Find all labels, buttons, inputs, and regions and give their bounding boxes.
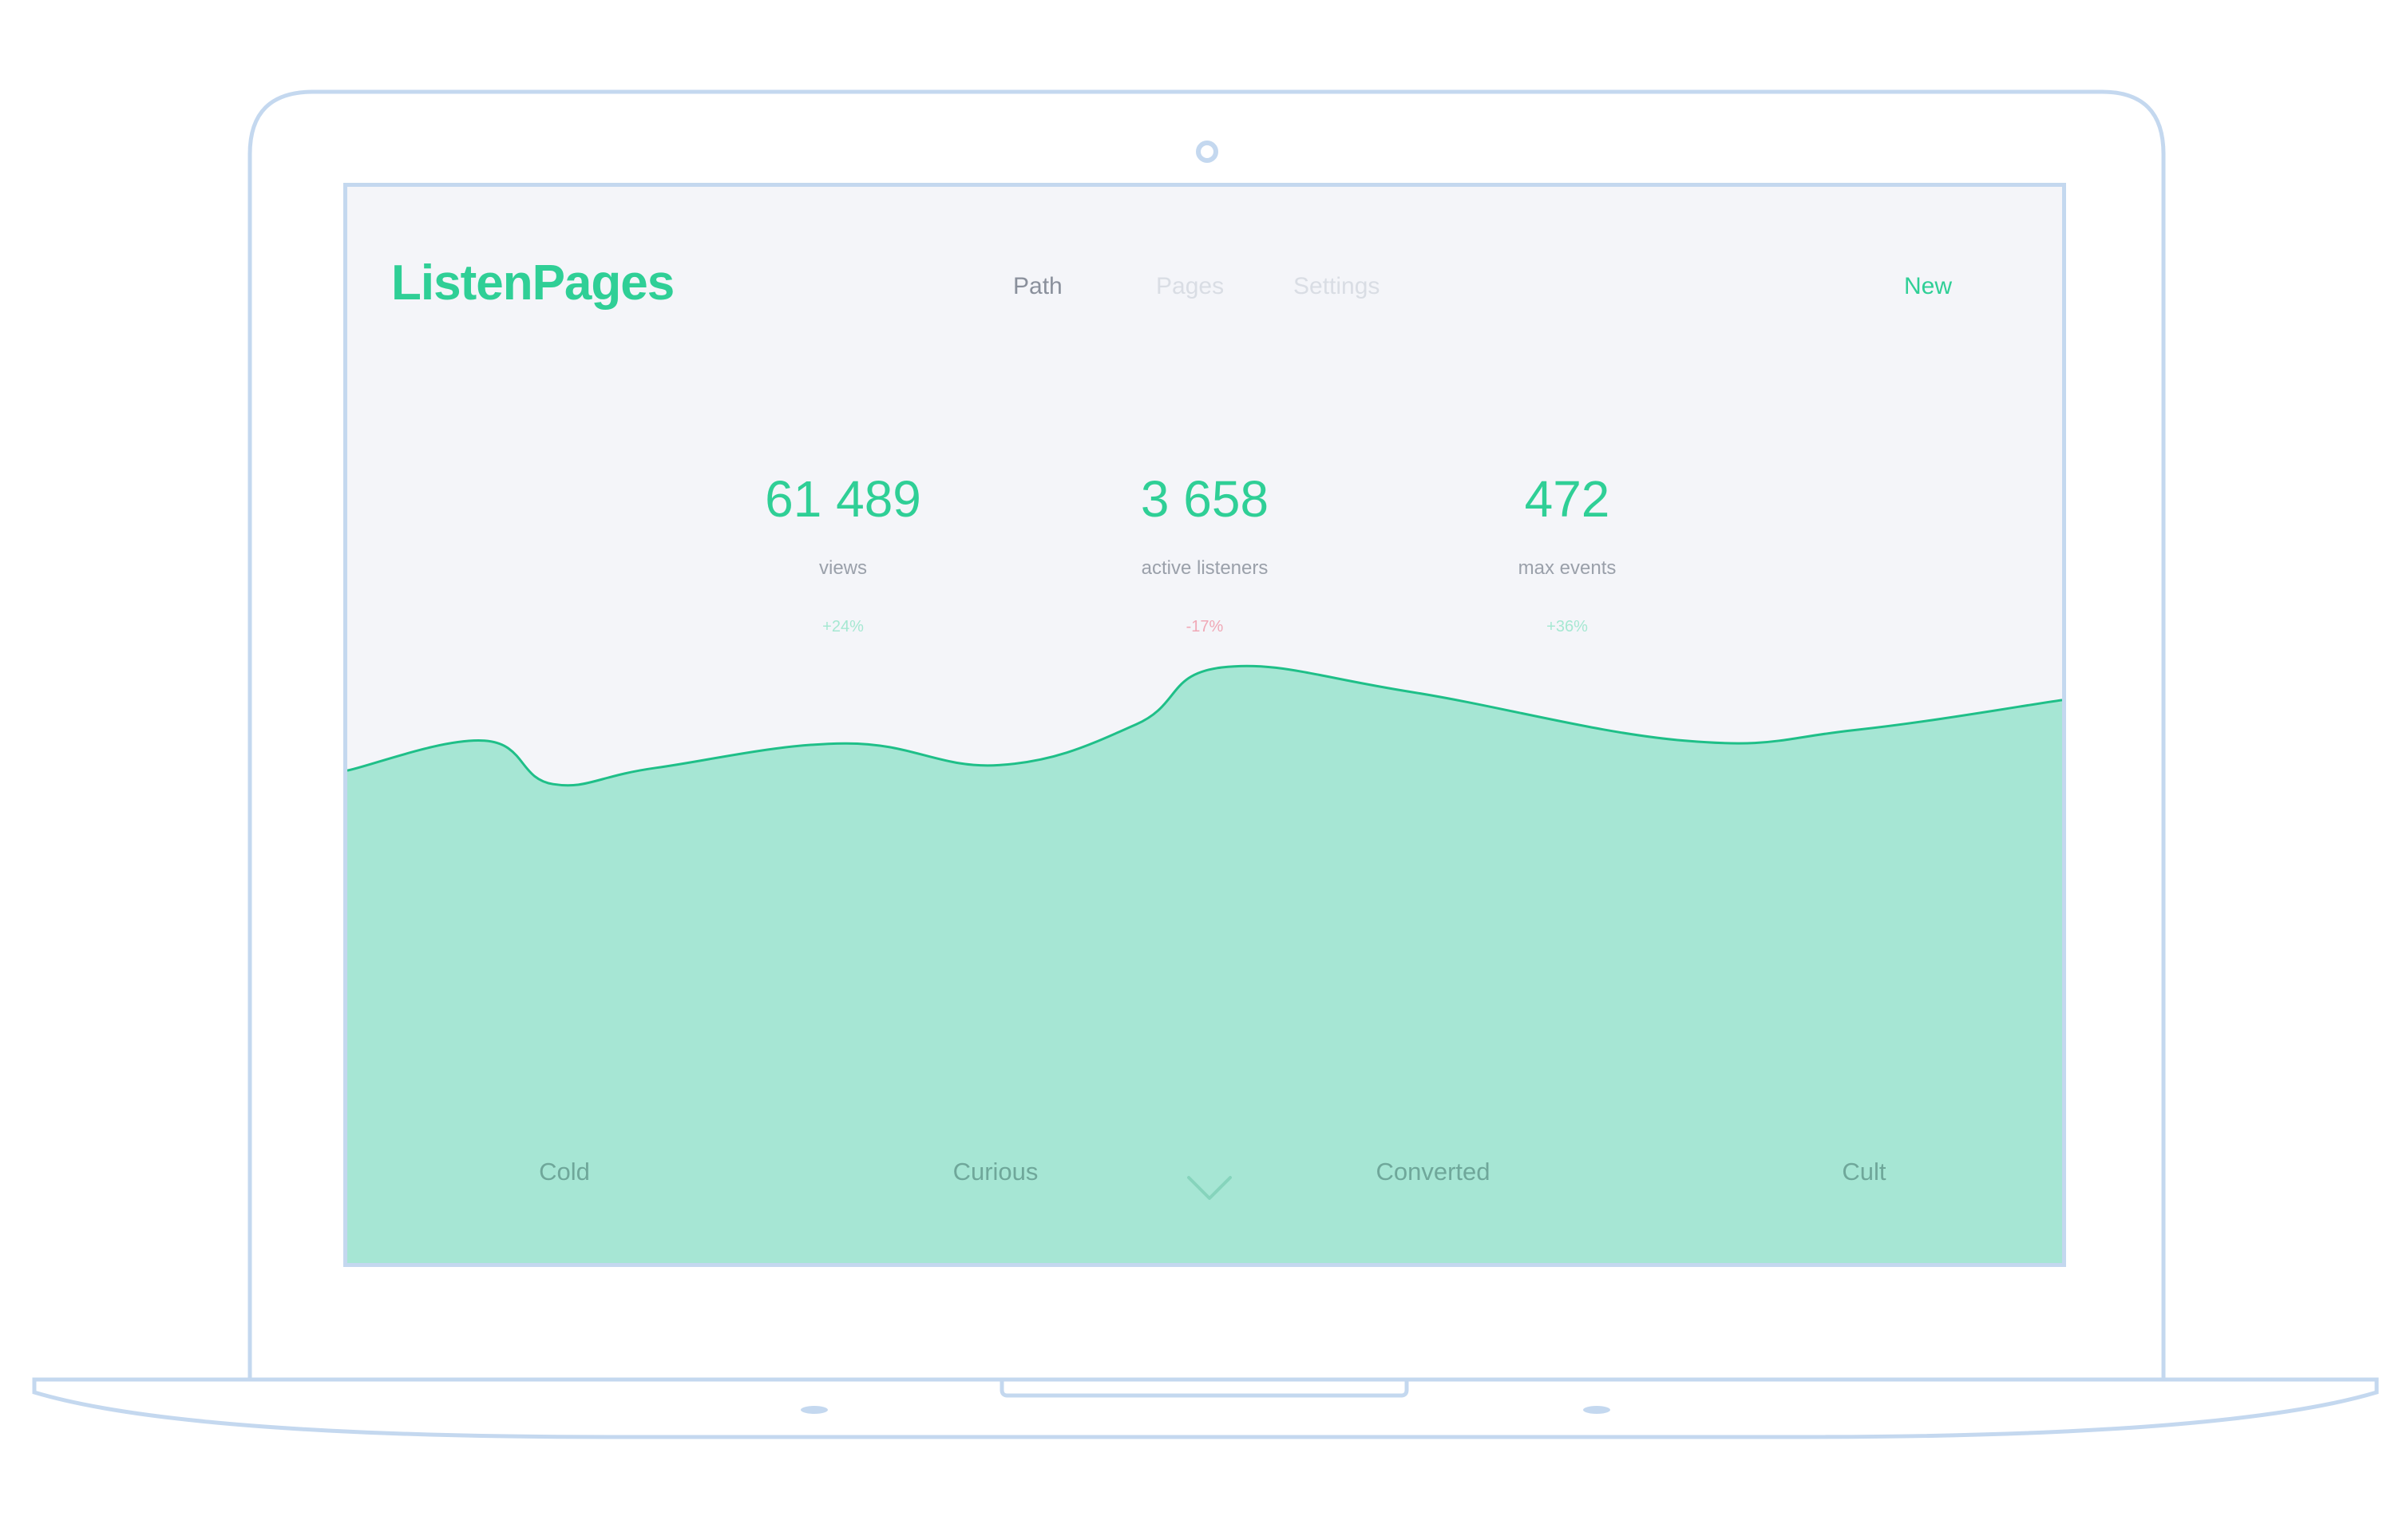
laptop-foot-right [1583, 1406, 1610, 1414]
camera-icon [1196, 141, 1218, 163]
stat-label: max events [1518, 557, 1617, 579]
app-screen: ListenPages Path Pages Settings New 61 4… [347, 187, 2062, 1263]
nav-tab-pages[interactable]: Pages [1156, 273, 1224, 300]
chevron-down-icon[interactable] [1186, 1173, 1233, 1205]
stat-delta: +36% [1546, 618, 1588, 635]
laptop-foot-left [801, 1406, 828, 1414]
audience-area-chart [347, 664, 2062, 1263]
stat-delta: +24% [822, 618, 864, 635]
stat-label: active listeners [1141, 557, 1269, 579]
nav-tab-settings[interactable]: Settings [1293, 273, 1380, 300]
stat-value: 472 [1524, 470, 1610, 528]
app-logo[interactable]: ListenPages [391, 255, 675, 311]
stage-label-curious[interactable]: Curious [852, 1158, 1139, 1186]
stat-value: 3 658 [1140, 470, 1269, 528]
stage-label-cult[interactable]: Cult [1720, 1158, 2008, 1186]
stage-label-converted[interactable]: Converted [1289, 1158, 1577, 1186]
stage-label-cold[interactable]: Cold [421, 1158, 708, 1186]
stat-label: views [818, 557, 867, 579]
laptop-base-outline [32, 1377, 2379, 1439]
stat-delta: -17% [1186, 618, 1224, 635]
new-button[interactable]: New [1904, 273, 1952, 300]
nav-tab-path[interactable]: Path [1013, 273, 1063, 300]
stat-value: 61 489 [765, 470, 921, 528]
